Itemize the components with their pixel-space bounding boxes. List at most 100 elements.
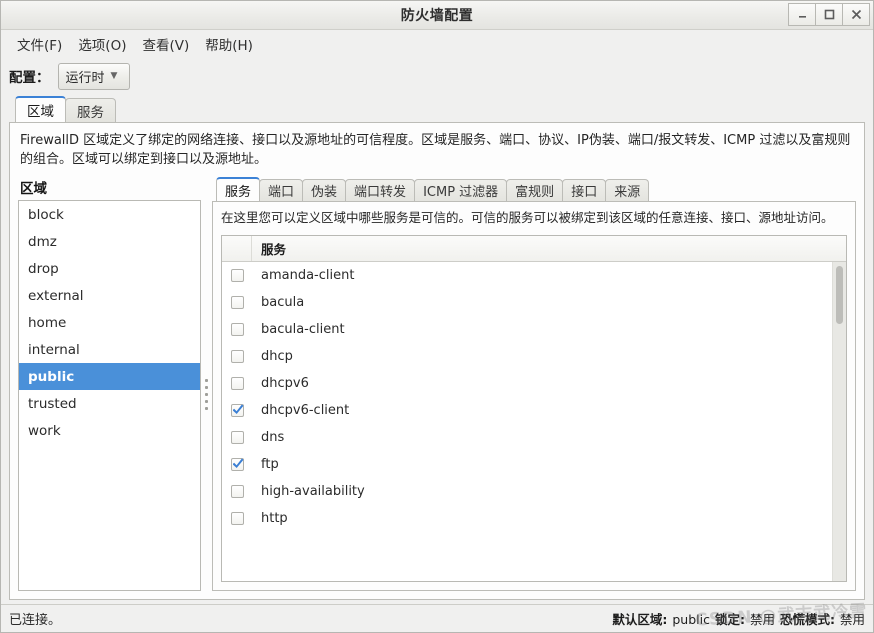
table-row[interactable]: dhcpv6	[222, 370, 832, 397]
table-row[interactable]: bacula-client	[222, 316, 832, 343]
menu-file[interactable]: 文件(F)	[9, 31, 70, 57]
service-checkbox-cell[interactable]	[222, 458, 252, 471]
service-name: dhcp	[261, 349, 293, 364]
minimize-button[interactable]	[788, 3, 816, 26]
configuration-select[interactable]: 运行时 ▼	[57, 62, 130, 90]
statusbar-right: 默认区域: public 锁定: 禁用 恐慌模式: 禁用	[612, 609, 865, 628]
pane-splitter-handle[interactable]	[201, 177, 212, 591]
service-checkbox-cell[interactable]	[222, 404, 252, 417]
services-table-body: amanda-client bacula bacula-client dhcp …	[222, 262, 832, 581]
lockdown-label: 锁定:	[714, 612, 745, 627]
service-checkbox-cell[interactable]	[222, 323, 252, 336]
table-row[interactable]: dhcpv6-client	[222, 397, 832, 424]
service-name: http	[261, 511, 288, 526]
table-row[interactable]: high-availability	[222, 478, 832, 505]
statusbar: 已连接。 默认区域: public 锁定: 禁用 恐慌模式: 禁用 CSDN @…	[1, 602, 873, 632]
configuration-label: 配置：	[9, 70, 50, 86]
service-checkbox-cell[interactable]	[222, 512, 252, 525]
scrollbar-thumb[interactable]	[836, 266, 843, 324]
checkbox-checked-icon[interactable]	[230, 404, 244, 417]
titlebar: 防火墙配置	[1, 1, 873, 30]
zone-listbox[interactable]: block dmz drop external home internal pu…	[18, 200, 201, 591]
services-table-body-wrap: amanda-client bacula bacula-client dhcp …	[222, 262, 846, 581]
services-header-checkbox-column	[222, 236, 252, 261]
zonetab-port-forwarding[interactable]: 端口转发	[345, 179, 416, 201]
menu-options[interactable]: 选项(O)	[70, 31, 134, 57]
default-zone-value: public	[672, 612, 710, 627]
configuration-row: 配置： 运行时 ▼	[1, 58, 873, 94]
services-header-name: 服务	[261, 242, 287, 257]
tab-services[interactable]: 服务	[65, 98, 116, 122]
table-row[interactable]: bacula	[222, 289, 832, 316]
zonetab-services[interactable]: 服务	[216, 177, 261, 201]
menu-help[interactable]: 帮助(H)	[197, 31, 261, 57]
configuration-selected-value: 运行时	[65, 70, 105, 86]
table-row[interactable]: dhcp	[222, 343, 832, 370]
zone-description: FirewallD 区域定义了绑定的网络连接、接口以及源地址的可信程度。区域是服…	[20, 133, 851, 167]
checkbox-icon[interactable]	[230, 323, 244, 336]
service-checkbox-cell[interactable]	[222, 350, 252, 363]
main-notebook: 区域 服务 FirewallD 区域定义了绑定的网络连接、接口以及源地址的可信程…	[9, 96, 865, 600]
service-checkbox-cell[interactable]	[222, 377, 252, 390]
checkbox-icon[interactable]	[230, 377, 244, 390]
service-name: bacula-client	[261, 322, 345, 337]
grip-dots-icon	[205, 378, 208, 410]
lockdown-value: 禁用	[749, 612, 775, 627]
service-checkbox-cell[interactable]	[222, 269, 252, 282]
zone-item-work[interactable]: work	[19, 417, 200, 444]
service-name: high-availability	[261, 484, 365, 499]
menu-view[interactable]: 查看(V)	[134, 31, 197, 57]
close-button[interactable]	[842, 3, 870, 26]
chevron-down-icon: ▼	[110, 70, 118, 81]
checkbox-checked-icon[interactable]	[230, 458, 244, 471]
service-checkbox-cell[interactable]	[222, 431, 252, 444]
zonetab-sources[interactable]: 来源	[605, 179, 650, 201]
zonetab-interfaces[interactable]: 接口	[562, 179, 607, 201]
zone-item-dmz[interactable]: dmz	[19, 228, 200, 255]
service-name: dhcpv6-client	[261, 403, 350, 418]
zonetab-rich-rules[interactable]: 富规则	[506, 179, 564, 201]
service-name: dhcpv6	[261, 376, 309, 391]
checkbox-icon[interactable]	[230, 431, 244, 444]
services-table-header: 服务	[222, 236, 846, 262]
zonetab-masquerading[interactable]: 伪装	[302, 179, 347, 201]
table-row[interactable]: dns	[222, 424, 832, 451]
maximize-button[interactable]	[815, 3, 843, 26]
zone-item-home[interactable]: home	[19, 309, 200, 336]
zone-item-external[interactable]: external	[19, 282, 200, 309]
services-table: 服务 amanda-client bacula bacula-client dh…	[221, 235, 847, 582]
service-checkbox-cell[interactable]	[222, 485, 252, 498]
zone-list-heading: 区域	[20, 181, 47, 197]
zone-detail-tabstrip: 服务 端口 伪装 端口转发 ICMP 过滤器 富规则 接口 来源	[212, 177, 856, 201]
service-name: bacula	[261, 295, 305, 310]
checkbox-icon[interactable]	[230, 512, 244, 525]
checkbox-icon[interactable]	[230, 350, 244, 363]
zonetab-ports[interactable]: 端口	[259, 179, 304, 201]
table-row[interactable]: http	[222, 505, 832, 532]
zone-item-drop[interactable]: drop	[19, 255, 200, 282]
services-tab-panel: 在这里您可以定义区域中哪些服务是可信的。可信的服务可以被绑定到该区域的任意连接、…	[212, 201, 856, 591]
service-name: ftp	[261, 457, 279, 472]
service-checkbox-cell[interactable]	[222, 296, 252, 309]
firewall-config-window: 防火墙配置 文件(F) 选项(O) 查看(V) 帮助(H) 配置： 运行时 ▼	[0, 0, 874, 633]
checkbox-icon[interactable]	[230, 296, 244, 309]
service-name: amanda-client	[261, 268, 355, 283]
zonetab-icmp-filter[interactable]: ICMP 过滤器	[414, 179, 508, 201]
zone-item-trusted[interactable]: trusted	[19, 390, 200, 417]
checkbox-icon[interactable]	[230, 269, 244, 282]
zone-detail-notebook: 服务 端口 伪装 端口转发 ICMP 过滤器 富规则 接口 来源 在这里您可以定…	[212, 177, 856, 591]
zone-item-block[interactable]: block	[19, 201, 200, 228]
connection-status: 已连接。	[9, 613, 62, 628]
services-description: 在这里您可以定义区域中哪些服务是可信的。可信的服务可以被绑定到该区域的任意连接、…	[221, 210, 834, 225]
zone-item-public[interactable]: public	[19, 363, 200, 390]
zone-list-column: 区域 block dmz drop external home internal…	[18, 177, 201, 591]
table-row[interactable]: amanda-client	[222, 262, 832, 289]
tab-zones[interactable]: 区域	[15, 96, 66, 122]
table-row[interactable]: ftp	[222, 451, 832, 478]
default-zone-label: 默认区域:	[612, 612, 668, 627]
window-title: 防火墙配置	[400, 8, 474, 24]
checkbox-icon[interactable]	[230, 485, 244, 498]
services-vertical-scrollbar[interactable]	[832, 262, 846, 581]
service-name: dns	[261, 430, 285, 445]
zone-item-internal[interactable]: internal	[19, 336, 200, 363]
